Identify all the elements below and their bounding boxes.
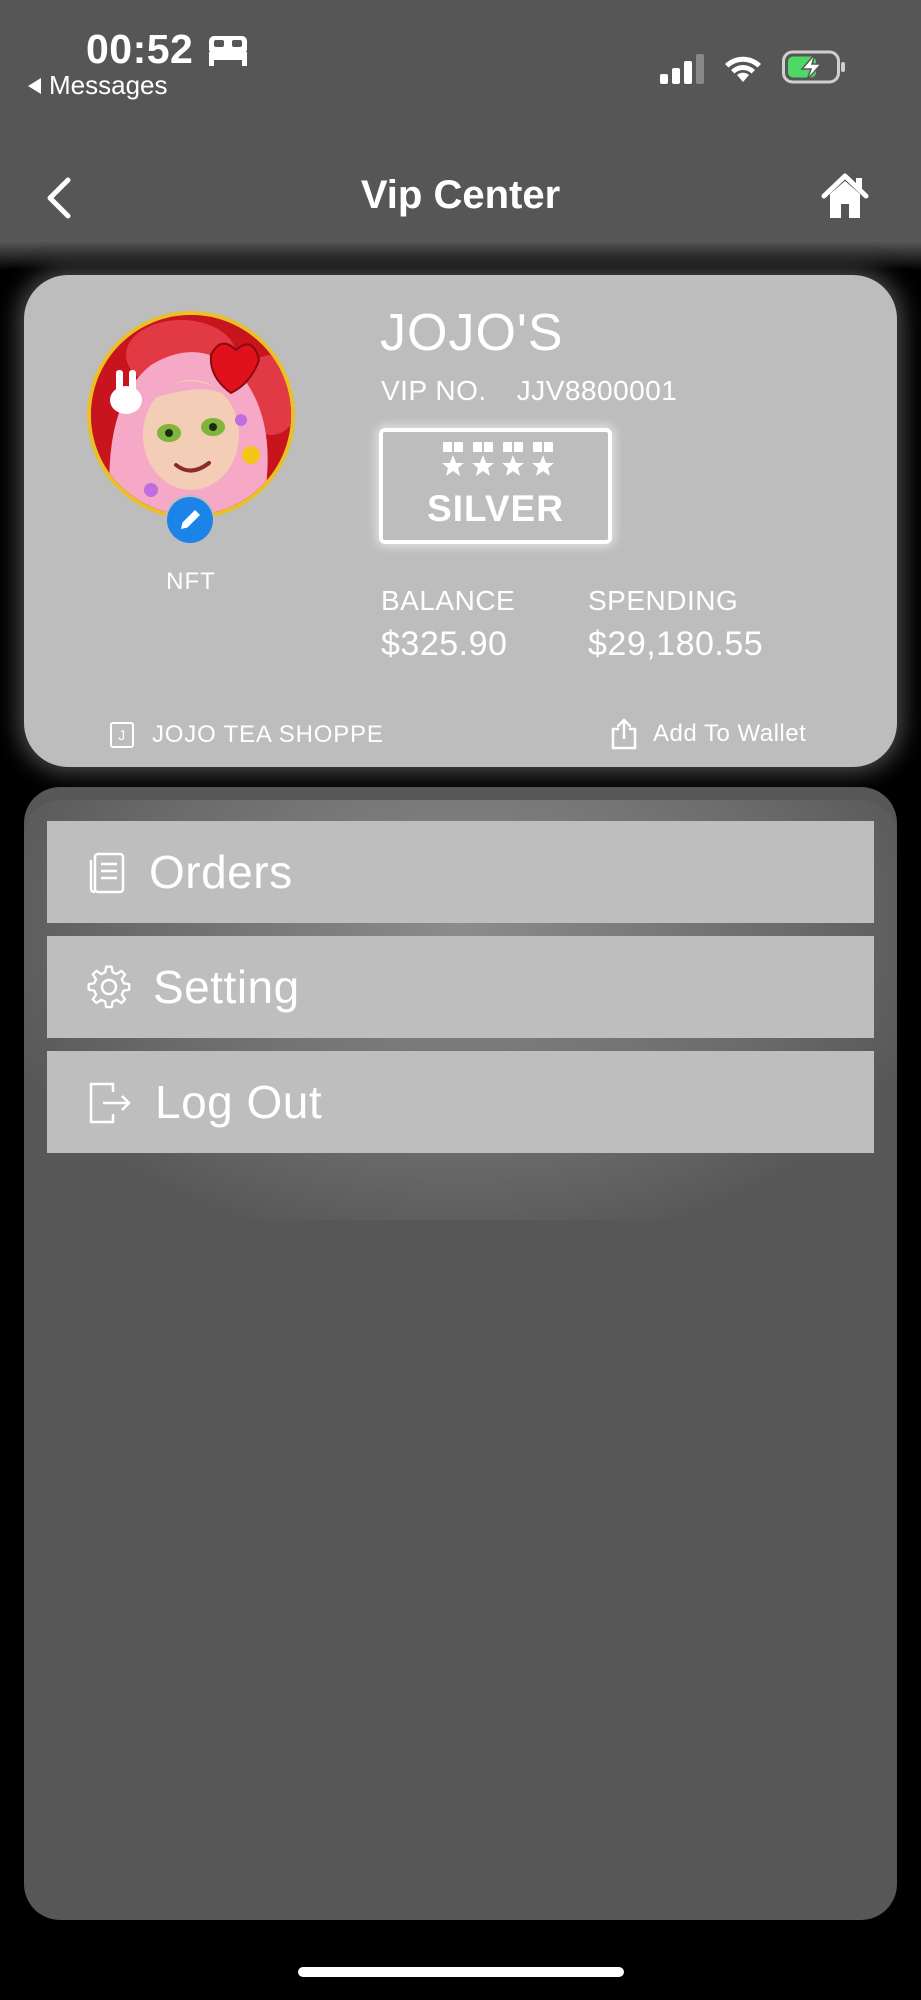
vip-card: NFT JOJO'S VIP NO. JJV8800001 SILVER BAL…	[24, 275, 897, 767]
shop-name: JOJO TEA SHOPPE	[152, 721, 384, 748]
menu-item-label: Log Out	[155, 1076, 323, 1128]
back-to-app[interactable]: Messages	[28, 70, 168, 101]
edit-avatar-button[interactable]	[167, 497, 213, 543]
home-icon[interactable]	[820, 172, 870, 220]
shop-name-row: J JOJO TEA SHOPPE	[110, 721, 384, 749]
spending-stat: SPENDING $29,180.55	[588, 585, 763, 664]
bed-icon	[209, 36, 247, 66]
page-title: Vip Center	[360, 173, 561, 217]
back-triangle-icon	[28, 77, 41, 94]
vip-number-value: JJV8800001	[516, 375, 678, 406]
logout-icon	[89, 1082, 131, 1124]
avatar-image	[91, 315, 291, 515]
home-indicator[interactable]	[298, 1967, 624, 1977]
back-app-label: Messages	[49, 70, 168, 100]
menu-item-orders[interactable]: Orders	[47, 821, 874, 923]
menu-item-logout[interactable]: Log Out	[47, 1051, 874, 1153]
add-to-wallet-button[interactable]: Add To Wallet	[611, 718, 806, 750]
medal-icons	[442, 442, 554, 476]
vip-number: VIP NO. JJV8800001	[381, 375, 677, 407]
add-to-wallet-label: Add To Wallet	[653, 720, 807, 747]
member-name: JOJO'S	[380, 304, 564, 362]
header-shadow	[0, 240, 921, 270]
avatar[interactable]	[87, 311, 295, 519]
menu-item-setting[interactable]: Setting	[47, 936, 874, 1038]
menu-item-label: Orders	[149, 846, 293, 898]
spending-value: $29,180.55	[588, 625, 764, 663]
vip-number-label: VIP NO.	[381, 375, 487, 406]
shop-logo-icon: J	[110, 722, 134, 748]
status-time: 00:52	[86, 26, 194, 72]
wifi-icon	[725, 56, 761, 82]
avatar-nft-label: NFT	[166, 568, 216, 595]
battery-charging-icon	[782, 50, 845, 84]
balance-value: $325.90	[381, 625, 508, 663]
menu-item-label: Setting	[153, 961, 300, 1013]
share-icon	[611, 718, 637, 750]
cellular-signal-icon	[660, 54, 704, 84]
tier-badge: SILVER	[379, 428, 612, 544]
spending-label: SPENDING	[588, 585, 739, 616]
gear-icon	[87, 965, 131, 1009]
document-icon	[89, 852, 125, 894]
balance-label: BALANCE	[381, 585, 516, 616]
balance-stat: BALANCE $325.90	[381, 585, 515, 664]
tier-label: SILVER	[427, 488, 564, 529]
